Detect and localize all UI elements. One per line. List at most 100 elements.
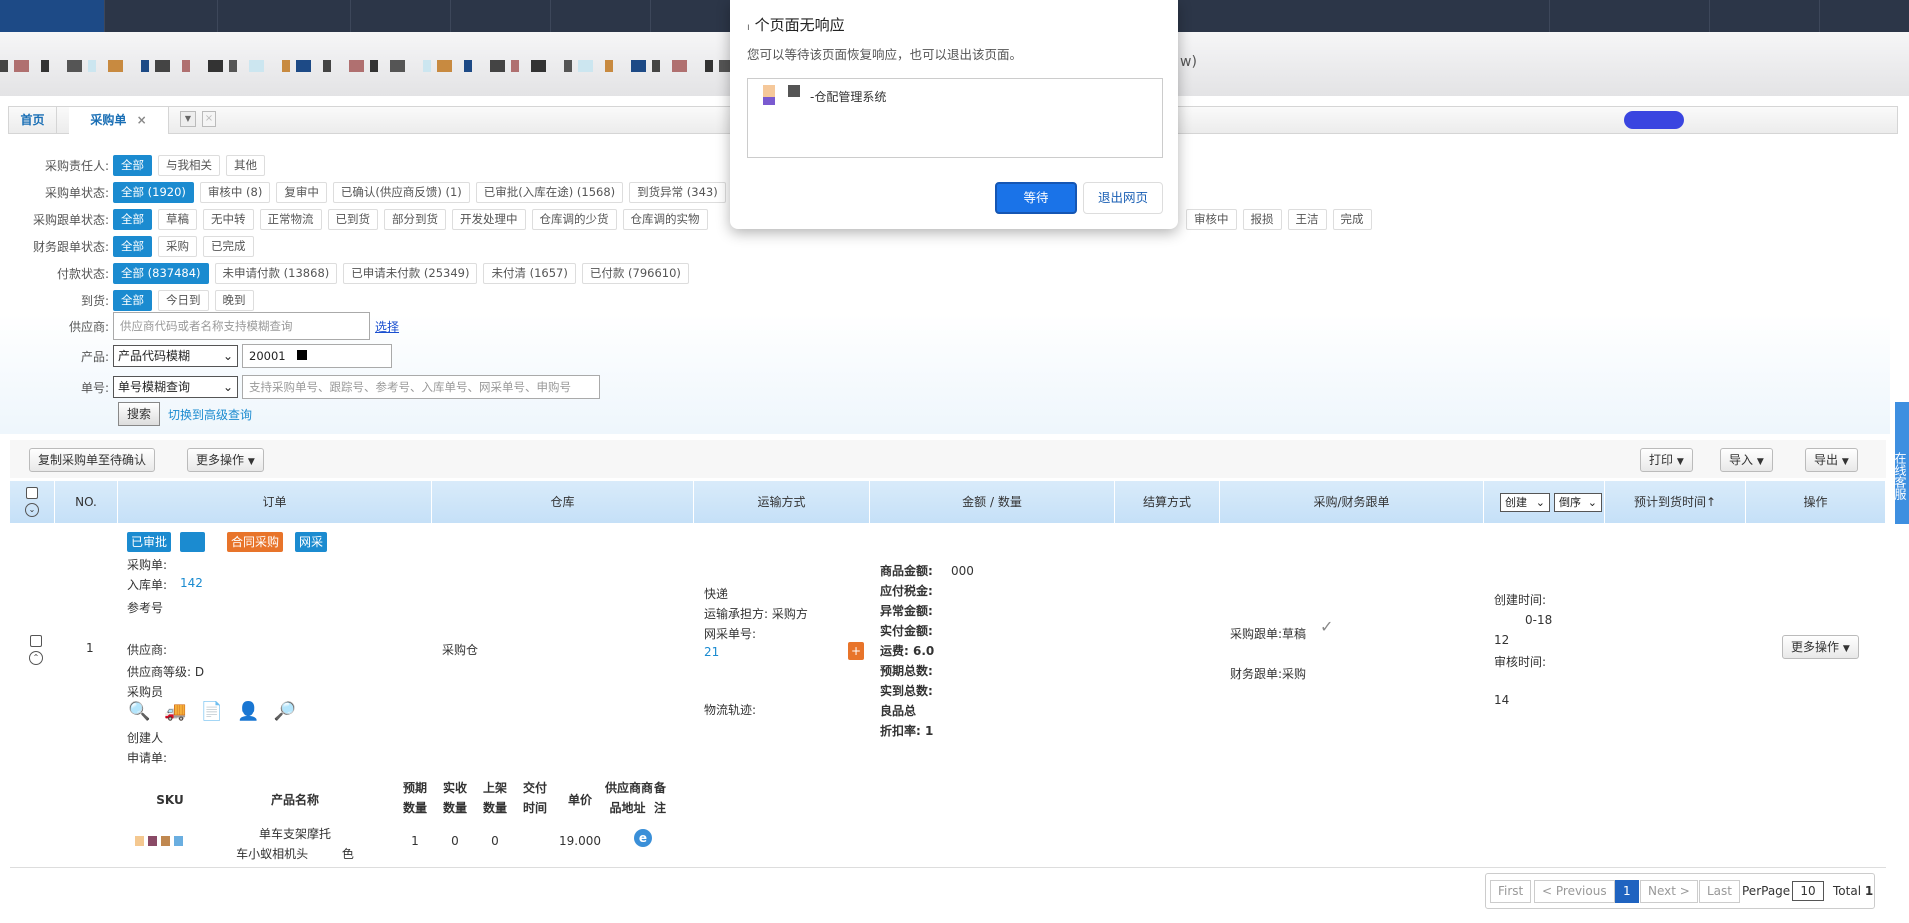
next-page-button[interactable]: Next > xyxy=(1640,880,1698,903)
filter-option[interactable]: 到货异常 (343) xyxy=(629,181,726,203)
item-col-header: 单价 xyxy=(567,793,592,807)
row-more-actions-button[interactable]: 更多操作 ▼ xyxy=(1782,635,1859,659)
filter-option[interactable]: 未付清 (1657) xyxy=(483,262,576,284)
filter-option[interactable]: 已付款 (796610) xyxy=(581,262,689,284)
order-no-mode-select[interactable]: 单号模糊查询 ⌄ xyxy=(113,376,238,398)
redacted-block xyxy=(208,60,223,72)
product-input[interactable]: 20001 xyxy=(242,344,392,368)
redacted-block xyxy=(88,60,96,72)
filter-option[interactable]: 未申请付款 (13868) xyxy=(214,262,338,284)
filter-option[interactable]: 全部 (837484) xyxy=(113,262,209,284)
filter-option[interactable]: 无中转 xyxy=(203,208,254,230)
browser-tab[interactable] xyxy=(451,0,551,32)
browser-tab[interactable] xyxy=(551,0,651,32)
item-expected-qty: 1 xyxy=(411,834,419,848)
person-icon[interactable]: 👤 xyxy=(237,701,259,722)
filter-option[interactable]: 已申请未付款 (25349) xyxy=(343,262,478,284)
inbound-number[interactable]: 142 xyxy=(180,576,203,590)
warehouse-name: 采购仓 xyxy=(442,643,479,657)
per-page-input[interactable]: 10 xyxy=(1792,881,1824,901)
filter-option[interactable]: 审核中 xyxy=(1186,208,1237,230)
analysis-search-icon[interactable]: 🔎 xyxy=(274,701,296,722)
filter-row-right: 审核中 报损 王洁 完成 xyxy=(1186,208,1378,230)
browser-tab[interactable] xyxy=(218,0,351,32)
collapse-row-icon[interactable]: ⌃ xyxy=(29,651,43,665)
sort-field-select[interactable]: 创建 ⌄ xyxy=(1500,493,1550,512)
row-checkbox[interactable] xyxy=(30,635,42,647)
filter-option[interactable]: 已审批(入库在途) (1568) xyxy=(475,181,624,203)
current-page[interactable]: 1 xyxy=(1615,880,1639,903)
filter-option[interactable]: 完成 xyxy=(1332,208,1372,230)
filter-option[interactable]: 正常物流 xyxy=(259,208,322,230)
more-actions-button[interactable]: 更多操作 ▼ xyxy=(187,448,264,472)
import-button[interactable]: 导入 ▼ xyxy=(1720,448,1773,472)
filter-option[interactable]: 已到货 xyxy=(327,208,378,230)
previous-page-button[interactable]: < Previous xyxy=(1534,880,1615,903)
browser-tab[interactable] xyxy=(351,0,451,32)
tab-purchase-order[interactable]: 采购单 × xyxy=(69,107,169,134)
browser-tab[interactable] xyxy=(105,0,218,32)
tab-home[interactable]: 首页 xyxy=(9,107,57,134)
redacted-block xyxy=(108,60,123,72)
item-col-header: 上架 数量 xyxy=(482,781,507,815)
filter-option[interactable]: 全部 (1920) xyxy=(113,181,194,203)
filter-option[interactable]: 部分到货 xyxy=(384,208,446,230)
browser-tab[interactable] xyxy=(1435,0,1550,32)
filter-option[interactable]: 全部 xyxy=(113,289,152,311)
select-supplier-link[interactable]: 选择 xyxy=(375,318,399,335)
supplier-input[interactable]: 供应商代码或者名称支持模糊查询 xyxy=(113,312,370,340)
col-eta[interactable]: 预计到货时间↑ xyxy=(1605,481,1746,523)
tab-dropdown-icon[interactable]: ▼ xyxy=(180,111,196,127)
redacted-block xyxy=(0,60,8,72)
filter-option[interactable]: 全部 xyxy=(113,154,152,176)
filter-option[interactable]: 仓库调的少货 xyxy=(531,208,617,230)
browser-tab[interactable] xyxy=(1710,0,1820,32)
filter-option[interactable]: 与我相关 xyxy=(158,154,220,176)
order-no-input[interactable]: 支持采购单号、跟踪号、参考号、入库单号、网采单号、申购号 xyxy=(242,375,600,399)
wait-button[interactable]: 等待 xyxy=(995,182,1077,214)
browser-tab-active[interactable] xyxy=(0,0,105,32)
truck-icon[interactable]: 🚚 xyxy=(164,701,186,722)
add-icon[interactable]: + xyxy=(848,642,864,660)
filter-option[interactable]: 仓库调的实物 xyxy=(622,208,708,230)
browser-link-icon[interactable]: e xyxy=(634,829,652,847)
check-icon: ✓ xyxy=(1320,617,1334,636)
sort-order-select[interactable]: 倒序 ⌄ xyxy=(1554,493,1602,512)
select-value: 倒序 xyxy=(1559,495,1581,509)
search-button[interactable]: 搜索 xyxy=(118,402,161,426)
product-mode-select[interactable]: 产品代码模糊 ⌄ xyxy=(113,345,238,367)
filter-option[interactable]: 已确认(供应商反馈) (1) xyxy=(332,181,470,203)
close-all-icon[interactable]: × xyxy=(202,111,216,127)
export-button[interactable]: 导出 ▼ xyxy=(1805,448,1858,472)
filter-option[interactable]: 晚到 xyxy=(214,289,254,311)
filter-option[interactable]: 全部 xyxy=(113,208,152,230)
document-icon[interactable]: 📄 xyxy=(201,701,223,722)
net-order-number[interactable]: 21 xyxy=(704,645,719,659)
advanced-search-link[interactable]: 切换到高级查询 xyxy=(168,406,252,423)
close-icon[interactable]: × xyxy=(137,113,147,127)
redacted-block xyxy=(705,60,713,72)
total-label: Total 1 xyxy=(1833,884,1874,898)
print-button[interactable]: 打印 ▼ xyxy=(1640,448,1693,472)
filter-option[interactable]: 审核中 (8) xyxy=(199,181,271,203)
filter-option[interactable]: 开发处理中 xyxy=(452,208,526,230)
filter-option[interactable]: 报损 xyxy=(1242,208,1282,230)
last-page-button[interactable]: Last xyxy=(1699,880,1740,903)
browser-tab[interactable] xyxy=(1550,0,1710,32)
filter-option[interactable]: 复审中 xyxy=(276,181,327,203)
filter-option[interactable]: 今日到 xyxy=(158,289,209,311)
filter-option[interactable]: 已完成 xyxy=(203,235,254,257)
filter-option[interactable]: 草稿 xyxy=(158,208,197,230)
filter-option[interactable]: 王洁 xyxy=(1287,208,1327,230)
select-all-checkbox[interactable] xyxy=(26,487,38,499)
first-page-button[interactable]: First xyxy=(1490,880,1532,903)
item-col-header: 供应商商 品地址 xyxy=(605,781,654,815)
search-icon[interactable]: 🔍 xyxy=(128,701,150,722)
copy-to-pending-button[interactable]: 复制采购单至待确认 xyxy=(29,448,156,472)
filter-option[interactable]: 全部 xyxy=(113,235,152,257)
filter-option[interactable]: 采购 xyxy=(158,235,197,257)
exit-page-button[interactable]: 退出网页 xyxy=(1083,182,1163,214)
online-service-tab[interactable]: 在线客服 xyxy=(1893,402,1909,524)
expand-all-icon[interactable]: ⌄ xyxy=(25,503,39,517)
filter-option[interactable]: 其他 xyxy=(226,154,265,176)
